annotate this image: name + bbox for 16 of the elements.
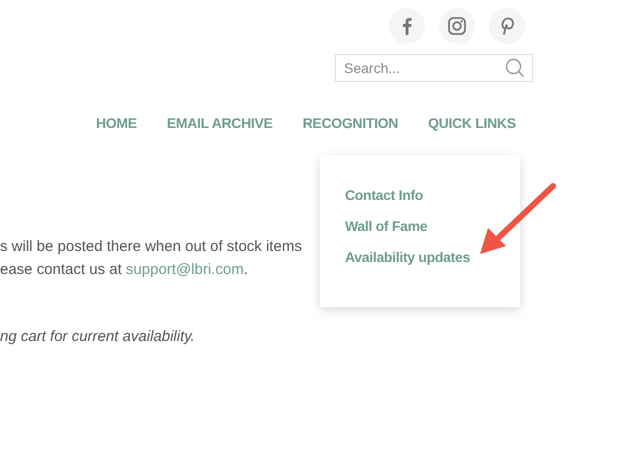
pinterest-icon[interactable] [500, 17, 514, 35]
search-field[interactable]: Search... [335, 54, 533, 82]
nav-link[interactable]: HOME [96, 115, 137, 131]
search-icon[interactable] [505, 58, 525, 78]
nav-link[interactable]: EMAIL ARCHIVE [166, 115, 273, 131]
menu-item[interactable]: Wall of Fame [345, 218, 428, 234]
facebook-icon[interactable] [402, 17, 412, 35]
availability-note: ng cart for current availability. [0, 328, 196, 345]
instagram-icon[interactable] [448, 17, 466, 35]
email-link[interactable]: support@lbri.com [126, 261, 244, 278]
body-text: ease contact us at support@lbri.com. [0, 261, 249, 278]
nav-link[interactable]: QUICK LINKS [428, 115, 516, 131]
body-text: s will be posted there when out of stock items [0, 238, 303, 255]
menu-item[interactable]: Contact Info [345, 187, 424, 203]
menu-item[interactable]: Availability updates [345, 249, 470, 265]
nav-link[interactable]: RECOGNITION [302, 115, 398, 131]
